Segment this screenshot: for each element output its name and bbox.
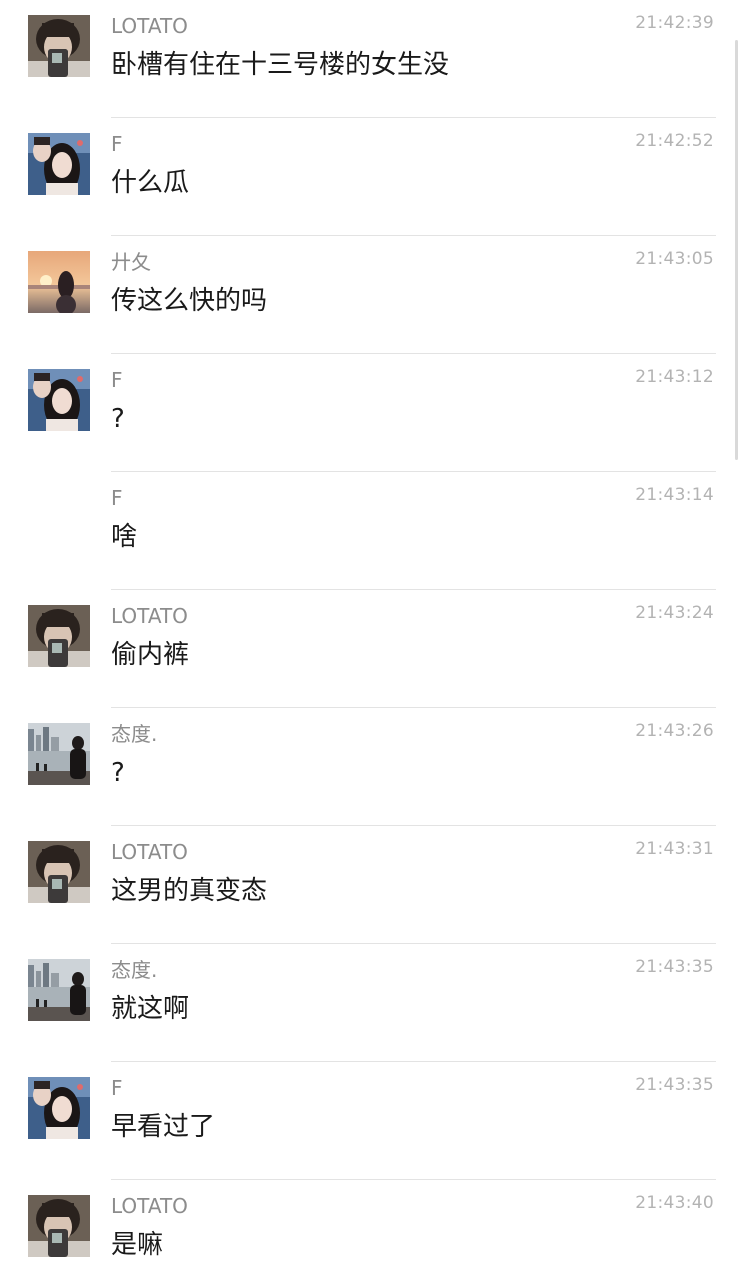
sender-name: LOTATO (111, 14, 188, 38)
message-text: 传这么快的吗 (111, 286, 268, 316)
message-text: ? (111, 758, 125, 788)
sender-name: 态度. (111, 958, 158, 982)
message-item[interactable]: LOTATO 21:43:31 这男的真变态 (0, 826, 744, 944)
message-time: 21:43:14 (635, 485, 714, 505)
message-item[interactable]: LOTATO 21:43:24 偷内裤 (0, 590, 744, 708)
girl-selfie-avatar[interactable] (28, 369, 90, 431)
message-time: 21:43:40 (635, 1193, 714, 1213)
message-time: 21:42:39 (635, 13, 714, 33)
sender-name: LOTATO (111, 604, 188, 628)
sender-name: F (111, 132, 123, 156)
chat-history-list[interactable]: LOTATO 21:42:39 卧槽有住在十三号楼的女生没 F 21:42:52… (0, 0, 744, 1280)
message-item[interactable]: 廾夂 21:43:05 传这么快的吗 (0, 236, 744, 354)
message-time: 21:43:26 (635, 721, 714, 741)
boy-phone-avatar[interactable] (28, 1195, 90, 1257)
city-river-avatar[interactable] (28, 959, 90, 1021)
message-item[interactable]: F 21:43:14 啥 (0, 472, 744, 590)
message-time: 21:42:52 (635, 131, 714, 151)
message-time: 21:43:35 (635, 957, 714, 977)
message-item[interactable]: F 21:43:12 ? (0, 354, 744, 472)
message-item[interactable]: F 21:42:52 什么瓜 (0, 118, 744, 236)
sender-name: F (111, 486, 123, 510)
sender-name: 廾夂 (111, 250, 151, 274)
message-time: 21:43:31 (635, 839, 714, 859)
message-text: ? (111, 404, 125, 434)
sender-name: 态度. (111, 722, 158, 746)
message-text: 什么瓜 (111, 168, 190, 198)
sender-name: F (111, 1076, 123, 1100)
message-item[interactable]: F 21:43:35 早看过了 (0, 1062, 744, 1180)
message-time: 21:43:35 (635, 1075, 714, 1095)
boy-phone-avatar[interactable] (28, 605, 90, 667)
scrollbar[interactable] (735, 40, 738, 460)
message-text: 就这啊 (111, 994, 190, 1024)
message-item[interactable]: 态度. 21:43:26 ? (0, 708, 744, 826)
message-text: 早看过了 (111, 1112, 216, 1142)
message-text: 是嘛 (111, 1230, 164, 1260)
sender-name: LOTATO (111, 840, 188, 864)
sender-name: LOTATO (111, 1194, 188, 1218)
boy-phone-avatar[interactable] (28, 15, 90, 77)
girl-selfie-avatar[interactable] (28, 133, 90, 195)
message-time: 21:43:12 (635, 367, 714, 387)
boy-phone-avatar[interactable] (28, 841, 90, 903)
message-item[interactable]: 态度. 21:43:35 就这啊 (0, 944, 744, 1062)
sunset-girl-avatar[interactable] (28, 251, 90, 313)
message-time: 21:43:24 (635, 603, 714, 623)
message-time: 21:43:05 (635, 249, 714, 269)
message-item[interactable]: LOTATO 21:42:39 卧槽有住在十三号楼的女生没 (0, 0, 744, 118)
message-text: 卧槽有住在十三号楼的女生没 (111, 50, 450, 80)
girl-selfie-avatar[interactable] (28, 1077, 90, 1139)
message-item[interactable]: LOTATO 21:43:40 是嘛 (0, 1180, 744, 1280)
message-text: 偷内裤 (111, 640, 190, 670)
message-text: 啥 (111, 522, 138, 552)
message-text: 这男的真变态 (111, 876, 268, 906)
sender-name: F (111, 368, 123, 392)
city-river-avatar[interactable] (28, 723, 90, 785)
